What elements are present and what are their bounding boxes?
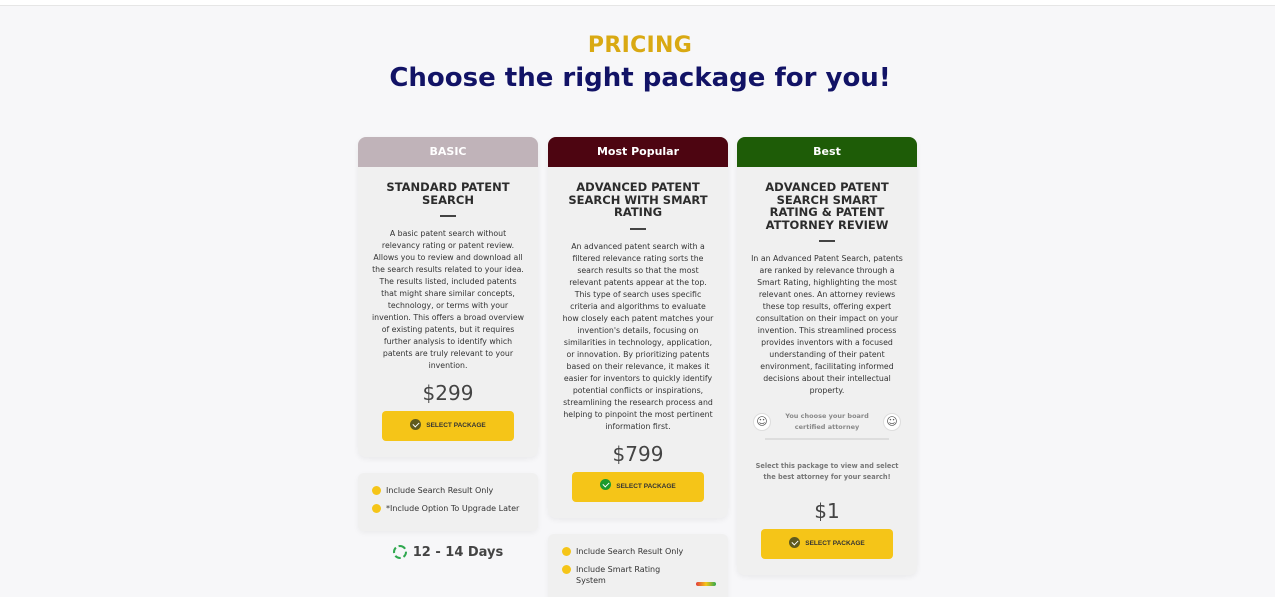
feature-item: Include Search Result Only [560,546,716,557]
divider [440,215,456,217]
select-package-label: SELECT PACKAGE [805,540,865,547]
plan-best: Best ADVANCED PATENT SEARCH SMART RATING… [737,137,917,575]
select-package-label: SELECT PACKAGE [616,482,676,490]
divider [819,240,835,242]
select-note: Select this package to view and select t… [755,462,899,481]
check-icon [789,536,801,548]
plan-description: A basic patent search without relevancy … [372,229,525,370]
clock-check-icon [392,544,407,559]
feature-item: Include Smart Rating System [560,564,716,586]
select-package-button[interactable]: SELECT PACKAGE [572,471,704,502]
feature-item: Include Search Result Only [370,485,526,496]
plan-features: Include Search Result Only Include Smart… [548,533,728,597]
plan-features: Include Search Result Only *Include Opti… [358,473,538,531]
select-package-button[interactable]: SELECT PACKAGE [382,411,514,441]
divider [630,227,646,230]
attorney-avatar-icon: ☺ [753,413,771,431]
section-eyebrow: PRICING [587,33,693,58]
attorney-note: You choose your board certified attorney [785,412,869,431]
delivery-time: 12 - 14 Days [358,544,538,560]
plan-most-popular: Most Popular ADVANCED PATENT SEARCH WITH… [548,137,728,597]
page-title: Choose the right package for you! [389,63,891,93]
select-package-button[interactable]: SELECT PACKAGE [761,529,893,559]
plan-badge: Best [737,137,917,167]
check-icon [600,479,612,491]
top-bar [0,0,1275,6]
plan-basic: BASIC STANDARD PATENT SEARCH A basic pat… [358,137,538,560]
attorney-choice: ☺ You choose your board certified attorn… [751,407,903,447]
plan-price: $1 [814,499,840,523]
plan-badge: BASIC [358,137,538,167]
rating-gauge-icon [696,581,716,586]
plan-description: In an Advanced Patent Search, patents ar… [751,254,903,395]
select-package-label: SELECT PACKAGE [426,422,486,429]
plan-title: ADVANCED PATENT SEARCH SMART RATING & PA… [765,180,889,232]
plan-card-popular: Most Popular ADVANCED PATENT SEARCH WITH… [548,137,728,518]
delivery-label: 12 - 14 Days [412,545,504,560]
plan-title: STANDARD PATENT SEARCH [386,180,510,207]
plan-badge: Most Popular [548,137,728,167]
plan-description: An advanced patent search with a filtere… [562,241,714,431]
divider [765,438,889,440]
attorney-avatar-icon: ☺ [883,413,901,431]
plan-card-basic: BASIC STANDARD PATENT SEARCH A basic pat… [358,137,538,457]
feature-item: *Include Option To Upgrade Later [370,503,526,514]
plan-price: $799 [612,441,664,466]
plan-price: $299 [422,381,474,405]
plan-title: ADVANCED PATENT SEARCH WITH SMART RATING [568,180,708,219]
check-icon [410,418,422,430]
plan-card-best: Best ADVANCED PATENT SEARCH SMART RATING… [737,137,917,575]
